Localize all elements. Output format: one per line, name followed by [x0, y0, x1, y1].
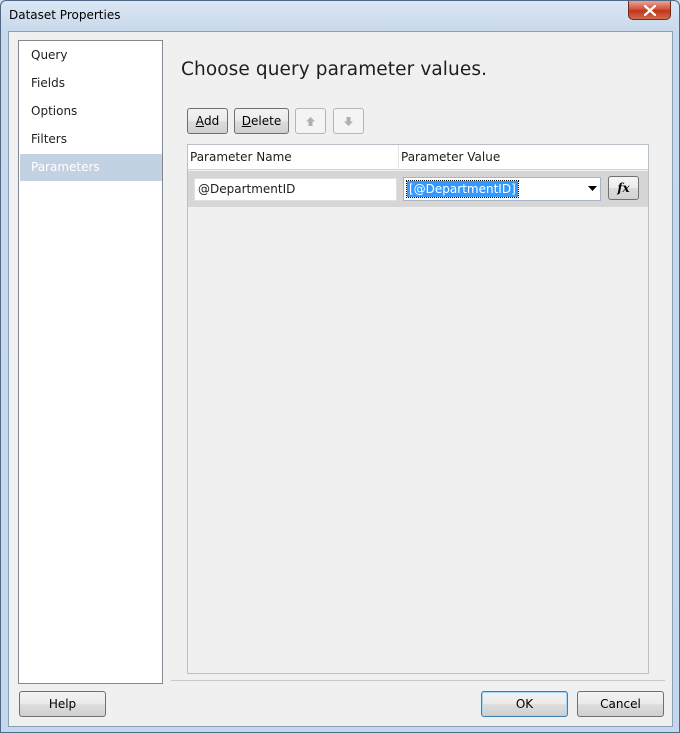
nav-item-label: Query: [31, 48, 68, 62]
move-up-button[interactable]: [295, 108, 326, 134]
column-header-parameter-value[interactable]: Parameter Value: [399, 145, 500, 170]
table-row: @DepartmentID [@DepartmentID] fx: [188, 171, 648, 207]
expression-button[interactable]: fx: [608, 176, 639, 200]
nav-item-label: Options: [31, 104, 78, 118]
nav-item-label: Filters: [31, 132, 67, 146]
add-button[interactable]: Add: [187, 108, 228, 134]
parameter-grid: Parameter Name Parameter Value @Departme…: [187, 144, 649, 674]
column-header-parameter-name[interactable]: Parameter Name: [188, 145, 292, 170]
grid-header: Parameter Name Parameter Value: [188, 145, 648, 170]
parameter-value-text[interactable]: [@DepartmentID]: [406, 180, 519, 198]
parameter-value-combobox[interactable]: [@DepartmentID]: [403, 177, 601, 201]
nav-item-filters[interactable]: Filters: [20, 126, 162, 153]
nav-item-label: Parameters: [31, 160, 100, 174]
dataset-properties-window: Dataset Properties Query Fields Options …: [0, 0, 680, 733]
delete-button-mnemonic: D: [241, 114, 252, 128]
move-down-button[interactable]: [333, 108, 364, 134]
nav-item-options[interactable]: Options: [20, 98, 162, 125]
nav-item-query[interactable]: Query: [20, 42, 162, 69]
help-button[interactable]: Help: [19, 691, 106, 717]
delete-button[interactable]: Delete: [234, 108, 289, 134]
parameter-name-input[interactable]: @DepartmentID: [194, 178, 397, 201]
arrow-up-icon: [306, 116, 315, 126]
cancel-button-label: Cancel: [600, 697, 641, 711]
title-bar: Dataset Properties: [1, 1, 679, 31]
nav-item-label: Fields: [31, 76, 65, 90]
close-icon: [643, 4, 656, 16]
page-heading: Choose query parameter values.: [181, 59, 488, 80]
delete-button-label: elete: [251, 114, 282, 128]
page-navigation-list: Query Fields Options Filters Parameters: [18, 40, 163, 684]
ok-button-label: OK: [515, 697, 534, 711]
nav-item-fields[interactable]: Fields: [20, 70, 162, 97]
chevron-down-icon[interactable]: [588, 186, 597, 192]
dialog-client-area: Query Fields Options Filters Parameters …: [8, 31, 673, 727]
arrow-down-icon: [344, 116, 353, 126]
nav-item-parameters[interactable]: Parameters: [20, 154, 162, 181]
add-button-label: dd: [203, 114, 220, 128]
cancel-button[interactable]: Cancel: [577, 691, 664, 717]
close-button[interactable]: [628, 1, 671, 20]
window-title: Dataset Properties: [9, 8, 121, 22]
footer-divider: [171, 680, 665, 681]
add-button-mnemonic: A: [195, 114, 204, 128]
ok-button[interactable]: OK: [481, 691, 568, 717]
function-icon: fx: [617, 181, 630, 195]
help-button-label: Help: [48, 697, 77, 711]
